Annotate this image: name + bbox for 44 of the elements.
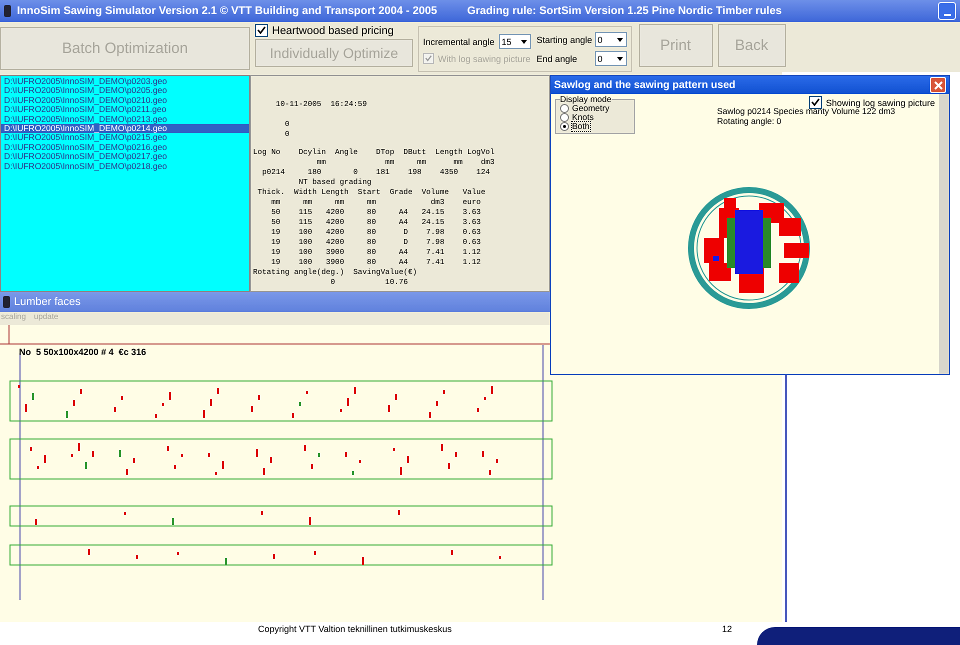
radio-label: Geometry bbox=[572, 104, 610, 113]
showing-picture-checkbox[interactable] bbox=[808, 96, 822, 109]
file-list-item[interactable]: D:\IUFRO2005\InnoSIM_DEMO\p0211.geo bbox=[1, 105, 249, 115]
file-list-item[interactable]: D:\IUFRO2005\InnoSIM_DEMO\p0213.geo bbox=[1, 114, 249, 124]
minimize-button[interactable] bbox=[938, 2, 956, 20]
incremental-angle-label: Incremental angle bbox=[423, 36, 495, 46]
radio-label: Knots bbox=[572, 113, 594, 122]
display-mode-label: Display mode bbox=[560, 94, 612, 104]
starting-angle-label: Starting angle bbox=[536, 34, 591, 44]
file-list-item[interactable]: D:\IUFRO2005\InnoSIM_DEMO\p0214.geo bbox=[1, 124, 249, 134]
file-list-item[interactable]: D:\IUFRO2005\InnoSIM_DEMO\p0210.geo bbox=[1, 96, 249, 106]
dropdown-arrow-icon bbox=[616, 38, 623, 42]
file-list-item[interactable]: D:\IUFRO2005\InnoSIM_DEMO\p0203.geo bbox=[1, 77, 249, 86]
end-angle-label: End angle bbox=[536, 54, 578, 64]
copyright-text: Copyright VTT Valtion teknillinen tutkimuskeskus bbox=[258, 624, 452, 634]
dropdown-arrow-icon bbox=[616, 56, 623, 60]
file-list-item[interactable]: D:\IUFRO2005\InnoSIM_DEMO\p0215.geo bbox=[1, 133, 249, 143]
log-picture-label: With log sawing picture bbox=[438, 54, 531, 64]
starting-angle-dropdown[interactable]: 0 bbox=[594, 32, 627, 47]
sawlog-info-text: Rotating angle: 0 bbox=[717, 116, 782, 126]
showing-picture-label: Showing log sawing picture bbox=[826, 98, 935, 108]
lumber-faces-title: Lumber faces bbox=[14, 296, 81, 308]
incremental-angle-dropdown[interactable]: 15 bbox=[498, 34, 531, 49]
heartwood-label: Heartwood based pricing bbox=[272, 24, 394, 36]
heartwood-checkbox[interactable] bbox=[255, 24, 268, 37]
radio-button[interactable] bbox=[560, 113, 569, 122]
radio-button[interactable] bbox=[560, 104, 569, 113]
close-icon bbox=[934, 80, 942, 90]
app-icon bbox=[3, 296, 10, 308]
file-list-item[interactable]: D:\IUFRO2005\InnoSIM_DEMO\p0205.geo bbox=[1, 86, 249, 96]
dropdown-arrow-icon bbox=[520, 40, 527, 44]
file-list-item[interactable]: D:\IUFRO2005\InnoSIM_DEMO\p0218.geo bbox=[1, 162, 249, 172]
radio-label: Both bbox=[572, 122, 590, 131]
app-icon bbox=[4, 5, 11, 17]
end-angle-dropdown[interactable]: 0 bbox=[594, 51, 627, 66]
grading-rule-text: Grading rule: SortSim Version 1.25 Pine Nordic Timber rules bbox=[467, 5, 782, 17]
file-list-item[interactable]: D:\IUFRO2005\InnoSIM_DEMO\p0216.geo bbox=[1, 142, 249, 152]
sawlog-window-title: Sawlog and the sawing pattern used bbox=[554, 79, 736, 91]
window-title: InnoSim Sawing Simulator Version 2.1 © VTT Building and Transport 2004 - 2005 bbox=[17, 5, 438, 17]
board-label: No 5 50x100x4200 # 4 €c 316 bbox=[19, 347, 146, 357]
page-number: 12 bbox=[722, 624, 732, 634]
close-button[interactable] bbox=[930, 77, 946, 93]
radio-button[interactable] bbox=[560, 122, 569, 131]
file-list-item[interactable]: D:\IUFRO2005\InnoSIM_DEMO\p0217.geo bbox=[1, 152, 249, 162]
